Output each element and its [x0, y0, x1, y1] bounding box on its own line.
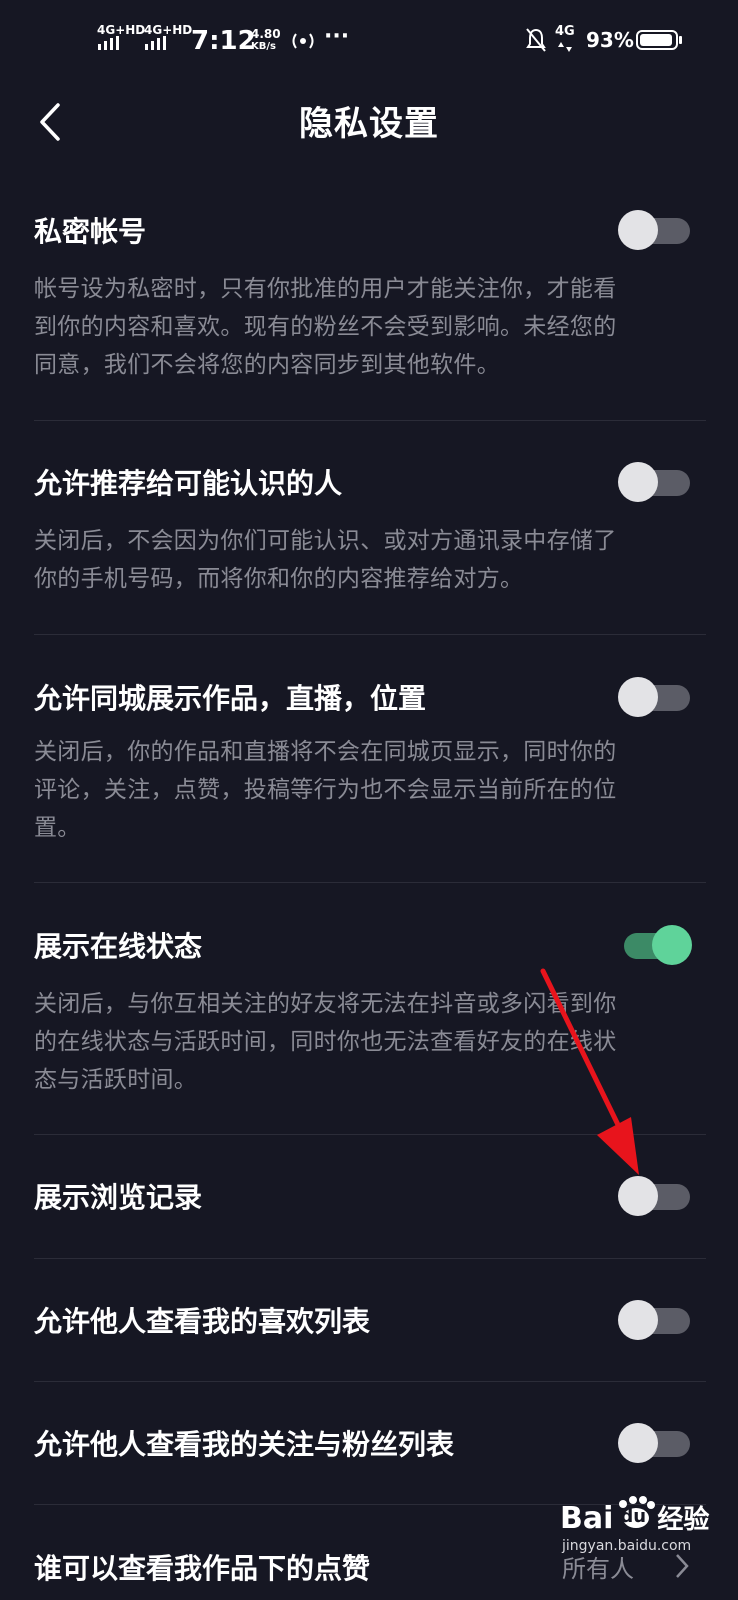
- status-bar: 4G+HD 4G+HD 7:12 4.80 KB/s ··· 4G 93%: [0, 0, 738, 80]
- battery-icon: [636, 30, 678, 50]
- divider: [34, 1134, 706, 1135]
- signal-icon-2: [145, 36, 166, 50]
- divider: [34, 1258, 706, 1259]
- setting-title: 允许他人查看我的喜欢列表: [34, 1305, 371, 1338]
- watermark-brand-3: 经验: [657, 1505, 710, 1535]
- divider: [34, 1381, 706, 1382]
- setting-description: 关闭后，你的作品和直播将不会在同城页显示，同时你的 评论，关注，点赞，投稿等行为…: [34, 739, 617, 841]
- nav-header: 隐私设置: [0, 80, 738, 160]
- hotspot-icon: [292, 33, 314, 49]
- battery-percent: 93%: [586, 28, 634, 52]
- divider: [34, 634, 706, 635]
- mute-bell-icon: [526, 28, 546, 52]
- setting-title: 允许他人查看我的关注与粉丝列表: [34, 1428, 455, 1461]
- battery-tip: [679, 36, 682, 44]
- recommend-toggle[interactable]: [618, 462, 692, 502]
- signal-icon: [98, 36, 119, 50]
- setting-title: 允许同城展示作品，直播，位置: [34, 682, 427, 715]
- online-status-toggle[interactable]: [618, 925, 692, 965]
- watermark-brand-2: du: [620, 1506, 647, 1527]
- network-label-3: 4G: [555, 24, 575, 39]
- network-label-1: 4G+HD: [97, 23, 146, 37]
- more-icon: ···: [324, 24, 350, 49]
- divider: [34, 420, 706, 421]
- setting-title: 展示浏览记录: [34, 1181, 203, 1214]
- watermark-url: jingyan.baidu.com: [562, 1538, 692, 1554]
- setting-description: 关闭后，与你互相关注的好友将无法在抖音或多闪看到你 的在线状态与活跃时间，同时你…: [34, 991, 617, 1093]
- page-title: 隐私设置: [299, 104, 439, 144]
- speed-value: 4.80: [251, 27, 281, 41]
- setting-description: 关闭后，不会因为你们可能认识、或对方通讯录中存储了 你的手机号码，而将你和你的内…: [34, 528, 617, 592]
- setting-title: 展示在线状态: [34, 930, 203, 963]
- clock: 7:12: [191, 26, 256, 56]
- watermark-brand-1: Bai: [560, 1501, 614, 1536]
- network-label-2: 4G+HD: [144, 23, 193, 37]
- browse-history-toggle[interactable]: [618, 1176, 692, 1216]
- divider: [34, 882, 706, 883]
- setting-description: 帐号设为私密时，只有你批准的用户才能关注你，才能看 到你的内容和喜欢。现有的粉丝…: [34, 276, 617, 378]
- likes-list-toggle[interactable]: [618, 1300, 692, 1340]
- paw-icon: du: [613, 1496, 657, 1528]
- local-display-toggle[interactable]: [618, 677, 692, 717]
- data-arrows-icon: [558, 42, 572, 52]
- setting-title: 私密帐号: [34, 215, 147, 248]
- speed-unit: KB/s: [251, 41, 276, 52]
- private-account-toggle[interactable]: [618, 210, 692, 250]
- setting-title: 允许推荐给可能认识的人: [34, 467, 343, 500]
- setting-title: 谁可以查看我作品下的点赞: [34, 1552, 371, 1585]
- follow-fans-toggle[interactable]: [618, 1423, 692, 1463]
- baidu-jingyan-watermark: Bai du 经验 jingyan.baidu.com: [560, 1496, 730, 1558]
